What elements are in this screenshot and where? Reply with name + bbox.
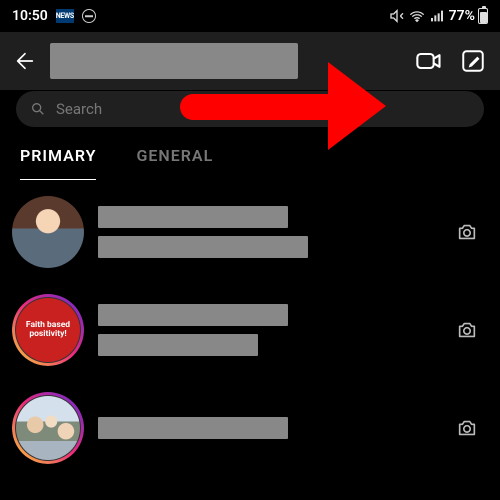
- news-badge-icon: NEWS: [56, 9, 74, 23]
- message-preview-redacted: [98, 334, 258, 356]
- username-redacted: [98, 206, 288, 228]
- avatar[interactable]: [12, 196, 84, 268]
- avatar[interactable]: Faith based positivity!: [12, 294, 84, 366]
- status-time: 10:50: [12, 8, 48, 24]
- video-call-button[interactable]: [412, 44, 446, 78]
- conversation-list: Faith based positivity!: [0, 180, 500, 464]
- signal-icon: [429, 8, 445, 24]
- username-redacted: [98, 417, 288, 439]
- battery-indicator: 77%: [449, 8, 488, 24]
- tabs: PRIMARY GENERAL: [0, 128, 500, 180]
- search-row: Search: [0, 90, 500, 128]
- compose-button[interactable]: [456, 44, 490, 78]
- camera-button[interactable]: [450, 215, 484, 249]
- username-redacted: [98, 304, 288, 326]
- avatar-text: Faith based positivity!: [16, 298, 80, 362]
- mute-icon: [389, 8, 405, 24]
- camera-button[interactable]: [450, 313, 484, 347]
- search-input[interactable]: Search: [16, 91, 484, 127]
- list-item[interactable]: Faith based positivity!: [12, 294, 490, 366]
- status-bar: 10:50 NEWS 77%: [0, 0, 500, 32]
- battery-percent: 77%: [449, 8, 475, 24]
- tab-primary[interactable]: PRIMARY: [20, 146, 96, 180]
- back-button[interactable]: [10, 46, 40, 76]
- avatar-image: [16, 396, 80, 460]
- list-item[interactable]: [12, 392, 490, 464]
- message-preview-redacted: [98, 236, 308, 258]
- wifi-icon: [409, 8, 425, 24]
- search-placeholder: Search: [56, 100, 102, 118]
- battery-icon: [478, 8, 488, 24]
- account-title-redacted[interactable]: [50, 43, 298, 79]
- top-bar: [0, 32, 500, 90]
- dnd-icon: [82, 9, 96, 23]
- search-icon: [30, 101, 46, 117]
- tab-general[interactable]: GENERAL: [136, 146, 213, 180]
- avatar[interactable]: [12, 392, 84, 464]
- camera-button[interactable]: [450, 411, 484, 445]
- list-item[interactable]: [12, 196, 490, 268]
